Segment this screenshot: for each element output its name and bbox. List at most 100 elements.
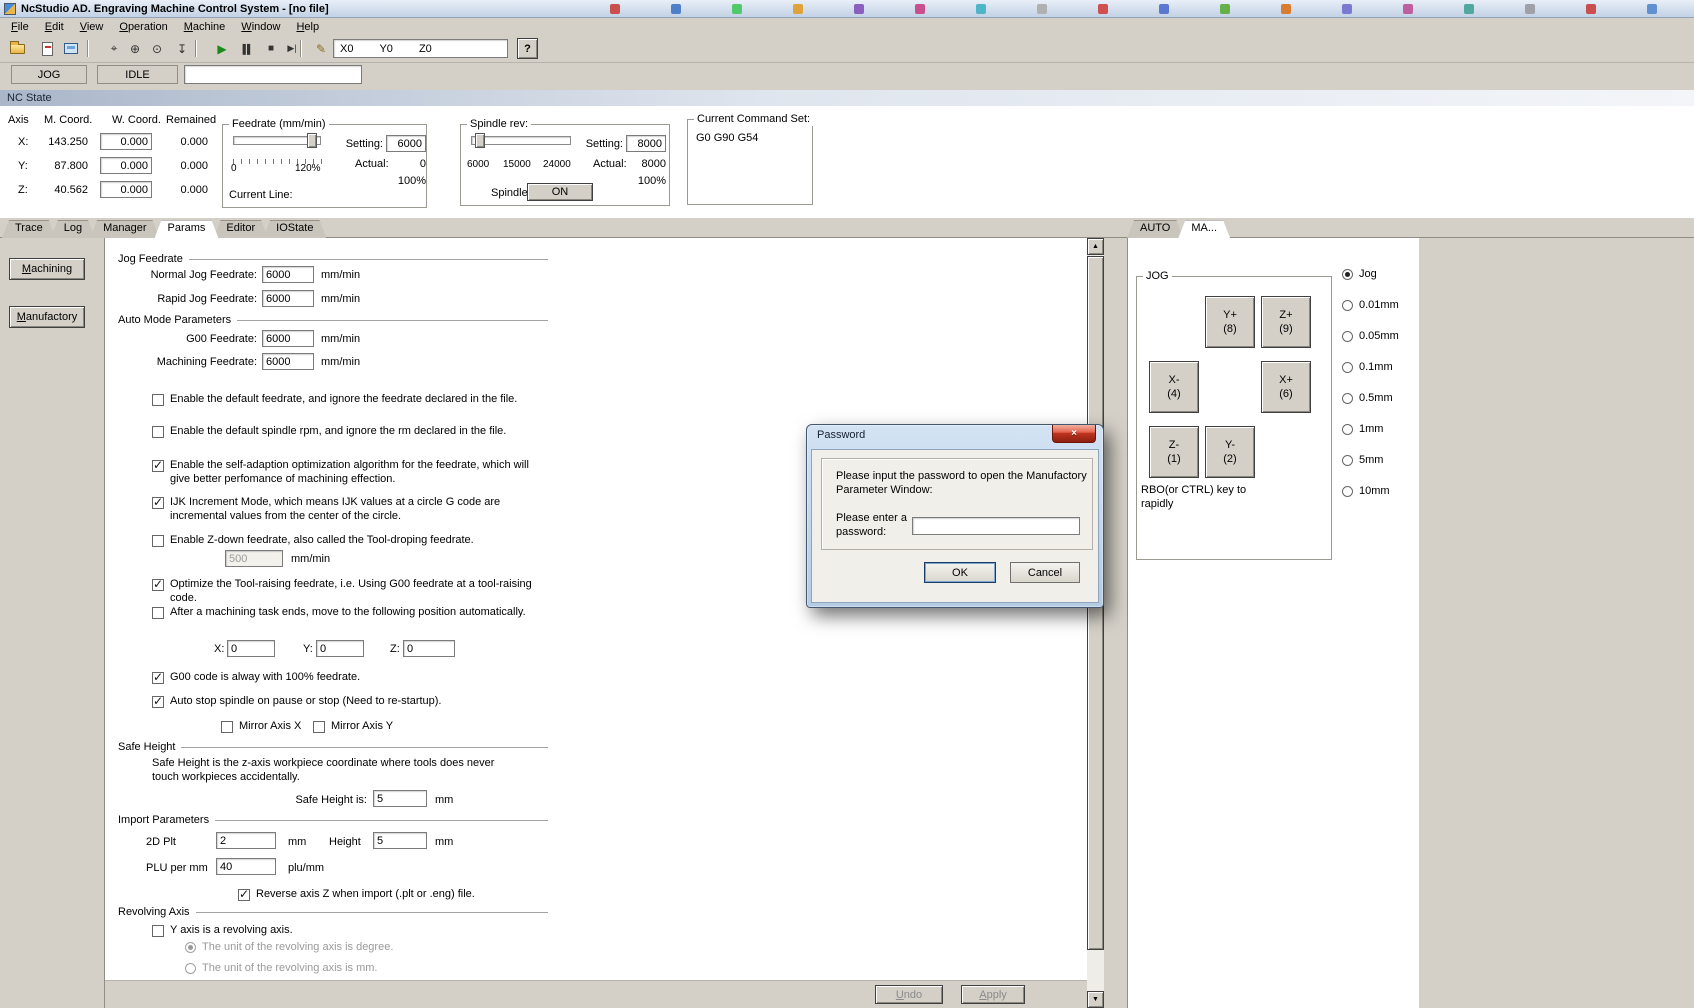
radio-icon[interactable] [1342,362,1353,373]
step-option-jog[interactable]: Jog [1342,268,1377,282]
checkbox-icon[interactable] [152,495,164,510]
manufactory-button[interactable]: Manufactory [9,306,85,328]
menu-view[interactable]: View [72,20,112,34]
radio-icon[interactable] [1342,331,1353,342]
checkbox-mirror-axis-y[interactable]: Mirror Axis Y [313,720,393,734]
checkbox-reverse-axis-z[interactable]: Reverse axis Z when import (.plt or .eng… [238,887,475,902]
edit-icon[interactable]: ✎ [310,38,332,59]
work-coord-z[interactable]: 0.000 [100,181,152,198]
tab-manager[interactable]: Manager [90,220,159,238]
checkbox-icon[interactable] [152,458,164,473]
tab-auto[interactable]: AUTO [1127,220,1183,238]
close-icon[interactable]: × [1052,425,1096,443]
import-height-field[interactable]: 5 [373,832,427,849]
help-icon[interactable]: ? [517,38,538,59]
spindle-slider-track[interactable] [471,136,571,145]
datum-icon[interactable]: ↧ [171,38,193,59]
radio-icon[interactable] [1342,455,1353,466]
cancel-button[interactable]: Cancel [1010,562,1080,583]
menu-machine[interactable]: Machine [176,20,234,34]
checkbox-icon[interactable] [221,721,233,733]
menu-file[interactable]: File [3,20,37,34]
checkbox-icon[interactable] [152,925,164,937]
undo-button[interactable]: Undo [875,985,943,1004]
step-option-05mm[interactable]: 0.5mm [1342,392,1393,406]
radio-icon[interactable] [1342,486,1353,497]
checkbox-auto-stop-spindle[interactable]: Auto stop spindle on pause or stop (Need… [152,694,541,709]
step-option-005mm[interactable]: 0.05mm [1342,330,1399,344]
scroll-down-button[interactable]: ▼ [1087,991,1104,1008]
plt-field[interactable]: 2 [216,832,276,849]
plu-field[interactable]: 40 [216,858,276,875]
machining-feedrate-field[interactable]: 6000 [262,353,314,370]
checkbox-icon[interactable] [313,721,325,733]
tab-editor[interactable]: Editor [213,220,268,238]
pause-icon[interactable]: ▌▌ [236,38,258,59]
apply-button[interactable]: Apply [961,985,1025,1004]
g00-feedrate-field[interactable]: 6000 [262,330,314,347]
jog-z-plus-button[interactable]: Z+ (9) [1261,296,1311,348]
close-file-icon[interactable] [36,38,58,59]
radio-icon[interactable] [1342,269,1353,280]
tab-manual[interactable]: MA... [1178,220,1230,238]
menu-help[interactable]: Help [288,20,327,34]
step-option-01mm[interactable]: 0.1mm [1342,361,1393,375]
spindle-setting-field[interactable]: 8000 [626,135,666,152]
jog-x-plus-button[interactable]: X+ (6) [1261,361,1311,413]
work-coord-y[interactable]: 0.000 [100,157,152,174]
open-file-icon[interactable] [6,38,28,59]
spindle-slider-thumb[interactable] [475,133,485,148]
jog-x-minus-button[interactable]: X- (4) [1149,361,1199,413]
password-input[interactable] [912,517,1080,535]
machining-button[interactable]: Machining [9,258,85,280]
spindle-on-button[interactable]: ON [527,183,593,201]
checkbox-icon[interactable] [238,887,250,902]
menu-edit[interactable]: Edit [37,20,72,34]
checkbox-mirror-axis-x[interactable]: Mirror Axis X [221,720,301,734]
checkbox-icon[interactable] [152,394,164,406]
feedrate-slider-thumb[interactable] [307,133,317,148]
checkbox-move-after-task[interactable]: After a machining task ends, move to the… [152,606,541,620]
ok-button[interactable]: OK [924,562,996,583]
set-origin-icon[interactable]: ⊕ [124,38,146,59]
step-option-10mm[interactable]: 10mm [1342,485,1390,499]
step-option-5mm[interactable]: 5mm [1342,454,1383,468]
goto-origin-icon[interactable]: ⌖ [103,38,125,59]
checkbox-zdown-feedrate[interactable]: Enable Z-down feedrate, also called the … [152,534,541,548]
jog-y-minus-button[interactable]: Y- (2) [1205,426,1255,478]
tab-log[interactable]: Log [51,220,95,238]
start-icon[interactable]: ▶ [211,38,233,59]
scroll-up-button[interactable]: ▲ [1087,238,1104,255]
feedrate-setting-field[interactable]: 6000 [386,135,426,152]
safe-height-field[interactable]: 5 [373,790,427,807]
radio-icon[interactable] [1342,424,1353,435]
stop-icon[interactable]: ■ [260,38,282,59]
checkbox-default-feedrate[interactable]: Enable the default feedrate, and ignore … [152,393,541,407]
checkbox-ijk-increment[interactable]: IJK Increment Mode, which means IJK valu… [152,495,541,524]
step-option-1mm[interactable]: 1mm [1342,423,1383,437]
radio-icon[interactable] [1342,393,1353,404]
normal-jog-feedrate-field[interactable]: 6000 [262,266,314,283]
target-y-field[interactable]: 0 [316,640,364,657]
work-coord-x[interactable]: 0.000 [100,133,152,150]
step-option-001mm[interactable]: 0.01mm [1342,299,1399,313]
jog-y-plus-button[interactable]: Y+ (8) [1205,296,1255,348]
checkbox-icon[interactable] [152,607,164,619]
back-to-origin-icon[interactable]: ⊙ [146,38,168,59]
checkbox-optimize-tool-raising[interactable]: Optimize the Tool-raising feedrate, i.e.… [152,577,541,606]
checkbox-icon[interactable] [152,426,164,438]
tab-iostate[interactable]: IOState [263,220,326,238]
checkbox-g00-full-feedrate[interactable]: G00 code is alway with 100% feedrate. [152,670,541,685]
jog-z-minus-button[interactable]: Z- (1) [1149,426,1199,478]
checkbox-self-adaption[interactable]: Enable the self-adaption optimization al… [152,458,541,487]
checkbox-icon[interactable] [152,535,164,547]
checkbox-icon[interactable] [152,577,164,592]
target-z-field[interactable]: 0 [403,640,455,657]
tab-trace[interactable]: Trace [2,220,56,238]
radio-icon[interactable] [1342,300,1353,311]
checkbox-icon[interactable] [152,694,164,709]
display-icon[interactable] [60,38,82,59]
rapid-jog-feedrate-field[interactable]: 6000 [262,290,314,307]
checkbox-icon[interactable] [152,670,164,685]
menu-window[interactable]: Window [233,20,288,34]
